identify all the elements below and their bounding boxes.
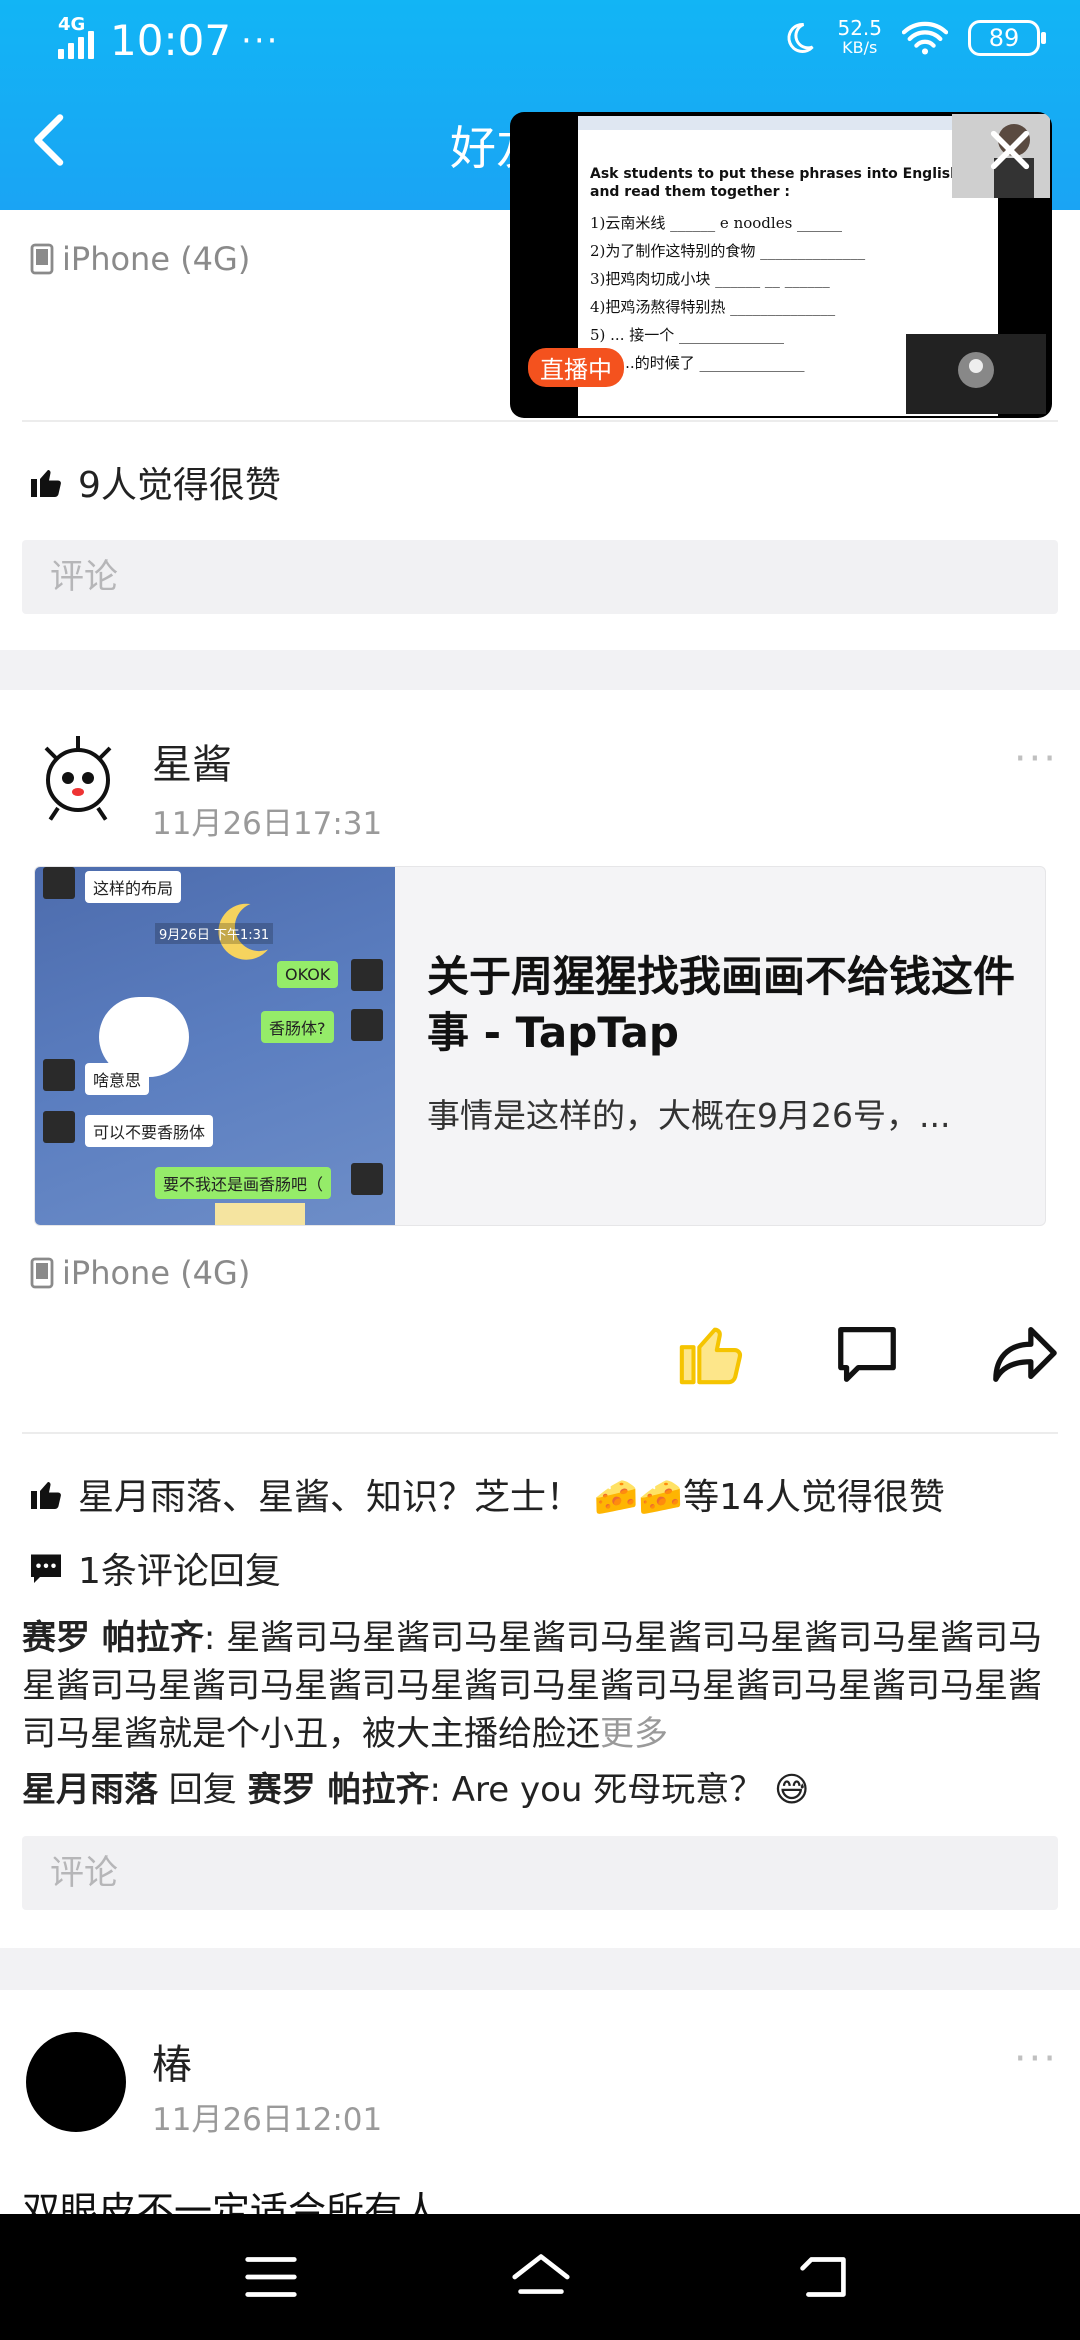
system-nav-bar xyxy=(0,2214,1080,2340)
network-speed: 52.5 KB/s xyxy=(837,16,882,57)
link-thumbnail: 这样的布局 9月26日 下午1:31 OKOK 香肠体? 啥意思 可以不要香肠体… xyxy=(35,867,395,1225)
notification-dots: ··· xyxy=(241,20,280,61)
shared-link-card[interactable]: 这样的布局 9月26日 下午1:31 OKOK 香肠体? 啥意思 可以不要香肠体… xyxy=(34,866,1046,1226)
comment-input[interactable]: 评论 xyxy=(22,540,1058,614)
more-options-icon[interactable]: ··· xyxy=(1014,2036,1058,2082)
wifi-icon xyxy=(902,21,948,55)
avatar[interactable] xyxy=(28,728,128,828)
home-icon[interactable] xyxy=(506,2242,576,2312)
user-name[interactable]: 星酱 xyxy=(152,732,232,790)
post-text: 双眼皮不一定适合所有人 xyxy=(22,2189,441,2214)
back-arrow-icon[interactable] xyxy=(20,110,80,170)
likes-row: 9人觉得很赞 xyxy=(28,456,281,508)
reply-target-name[interactable]: 赛罗 帕拉齐 xyxy=(248,1770,430,1810)
post-card: 椿 11月26日12:01 ··· 双眼皮不一定适合所有人 xyxy=(0,1990,1080,2214)
comment-item[interactable]: 赛罗 帕拉齐: 星酱司马星酱司马星酱司马星酱司马星酱司马星酱司马星酱司马星酱司马… xyxy=(22,1614,1062,1758)
divider xyxy=(22,1432,1058,1434)
close-icon[interactable] xyxy=(982,122,1038,178)
phone-icon xyxy=(30,1257,54,1289)
divider xyxy=(22,420,1058,422)
comment-item[interactable]: 星月雨落 回复 赛罗 帕拉齐: Are you 死母玩意？ 😅 xyxy=(22,1766,1062,1814)
live-badge: 直播中 xyxy=(528,348,624,387)
live-stream-pip[interactable]: Ask students to put these phrases into E… xyxy=(510,112,1052,418)
thumbs-up-icon xyxy=(31,470,61,497)
link-description: 事情是这样的，大概在9月26号，... xyxy=(427,1096,951,1135)
back-icon[interactable] xyxy=(788,2242,858,2312)
comments-count-row[interactable]: 1条评论回复 xyxy=(28,1542,281,1594)
more-options-icon[interactable]: ··· xyxy=(1014,736,1058,782)
link-title: 关于周猩猩找我画画不给钱这件事 - TapTap xyxy=(427,952,1016,1057)
post-time: 11月26日12:01 xyxy=(152,2102,383,2138)
menu-icon[interactable] xyxy=(236,2242,306,2312)
device-label: iPhone (4G) xyxy=(30,240,250,278)
commenter-name[interactable]: 星月雨落 xyxy=(22,1770,158,1810)
phone-icon xyxy=(30,243,54,275)
commenter-name[interactable]: 赛罗 帕拉齐 xyxy=(22,1618,204,1658)
status-bar: 4G 10:07 ··· 52.5 KB/s 89 xyxy=(0,0,1080,80)
comment-text: : Are you 死母玩意？ 😅 xyxy=(429,1770,810,1810)
post-time: 11月26日17:31 xyxy=(152,806,383,842)
like-button-icon[interactable] xyxy=(676,1318,746,1388)
moon-icon xyxy=(787,22,815,53)
avatar[interactable] xyxy=(26,2032,126,2132)
student-camera xyxy=(906,334,1046,414)
post-actions xyxy=(0,1318,1080,1398)
expand-more-link[interactable]: 更多 xyxy=(600,1714,668,1754)
user-name[interactable]: 椿 xyxy=(152,2032,192,2090)
device-label: iPhone (4G) xyxy=(30,1254,250,1292)
likes-row[interactable]: 星月雨落、星酱、知识？芝士！ 🧀🧀等14人觉得很赞 xyxy=(28,1468,945,1520)
comment-bubble-icon xyxy=(31,1554,61,1583)
comment-input[interactable]: 评论 xyxy=(22,1836,1058,1910)
comment-button-icon[interactable] xyxy=(832,1318,902,1388)
battery-indicator: 89 xyxy=(968,20,1046,56)
thumbs-up-icon xyxy=(31,1482,61,1509)
share-button-icon[interactable] xyxy=(990,1318,1060,1388)
network-type: 4G xyxy=(58,14,86,35)
reply-word: 回复 xyxy=(158,1770,248,1810)
clock: 10:07 xyxy=(110,16,232,65)
